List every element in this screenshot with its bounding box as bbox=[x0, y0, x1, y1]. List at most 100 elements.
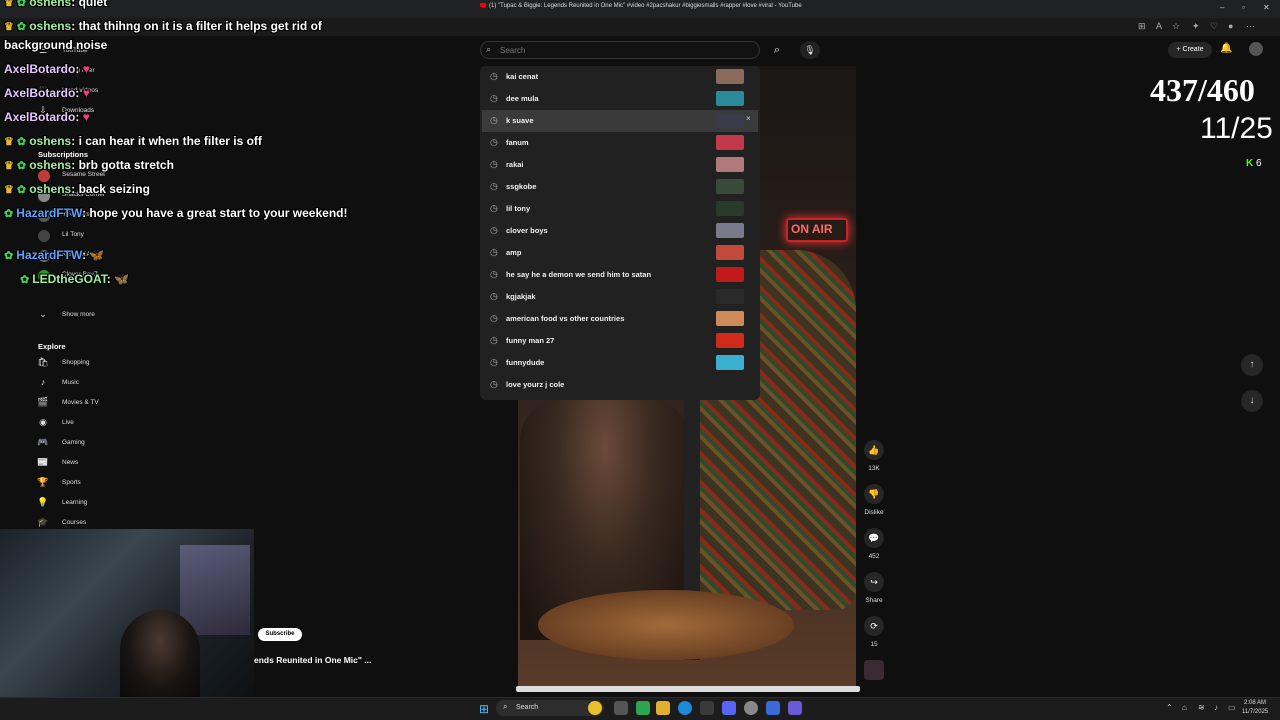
search-suggestion-item[interactable]: ◷ k suave × bbox=[482, 110, 758, 132]
taskbar-clock-time[interactable]: 2:08 AM bbox=[1244, 700, 1266, 706]
voice-search-mic-icon[interactable]: 🎙 bbox=[800, 41, 820, 59]
history-clock-icon: ◷ bbox=[490, 291, 498, 301]
taskbar-file-explorer-icon[interactable] bbox=[656, 701, 670, 715]
minimize-icon[interactable]: – bbox=[1220, 3, 1224, 12]
taskbar-copilot-icon[interactable] bbox=[588, 701, 602, 715]
remix-icon[interactable]: ⟳ bbox=[864, 616, 884, 636]
tray-battery-icon[interactable]: ▭ bbox=[1228, 703, 1236, 712]
history-clock-icon: ◷ bbox=[490, 269, 498, 279]
crown-badge-icon: ♛ bbox=[4, 21, 17, 33]
chat-username: LEDtheGOAT bbox=[32, 272, 107, 286]
puzzle-icon[interactable]: ✦ bbox=[1192, 21, 1200, 32]
history-clock-icon: ◷ bbox=[490, 159, 498, 169]
suggestion-label: kai cenat bbox=[506, 72, 539, 81]
explore-label: Gaming bbox=[62, 439, 85, 446]
search-suggestion-item[interactable]: ◷ kai cenat bbox=[482, 66, 758, 88]
search-suggestion-item[interactable]: ◷ fanum bbox=[482, 132, 758, 154]
favorite-star-icon[interactable]: ☆ bbox=[1172, 21, 1180, 32]
search-button[interactable]: ⌕ bbox=[766, 41, 788, 59]
remove-suggestion-icon[interactable]: × bbox=[746, 114, 751, 123]
dislike-icon[interactable]: 👎 bbox=[864, 484, 884, 504]
suggestion-thumbnail bbox=[716, 311, 744, 326]
comments-label: 452 bbox=[868, 553, 880, 560]
create-button[interactable]: + Create bbox=[1168, 42, 1212, 58]
crown-badge-icon: ♛ bbox=[4, 0, 17, 9]
search-suggestion-item[interactable]: ◷ funny man 27 bbox=[482, 330, 758, 352]
more-menu-icon[interactable]: ⋯ bbox=[1246, 21, 1255, 32]
previous-short-arrow-up-icon[interactable]: ↑ bbox=[1241, 354, 1263, 376]
suggestion-label: k suave bbox=[506, 116, 534, 125]
taskbar-search-label: Search bbox=[516, 704, 539, 711]
chat-text: hope you have a great start to your week… bbox=[89, 206, 348, 220]
verified-badge-icon: ✿ bbox=[16, 160, 30, 172]
subscription-label: Sesame Street bbox=[62, 171, 105, 178]
suggestion-thumbnail bbox=[716, 135, 744, 150]
chat-colon: : bbox=[71, 182, 79, 196]
verified-badge-icon: ✿ bbox=[16, 0, 30, 9]
chat-message: AxelBotardo: ♥ bbox=[4, 86, 90, 100]
channel-thumbnail[interactable] bbox=[864, 660, 884, 680]
search-suggestion-item[interactable]: ◷ amp bbox=[482, 242, 758, 264]
browser-tab-title[interactable]: (1) "Tupac & Biggie: Legends Reunited in… bbox=[480, 3, 802, 9]
chat-text: 🦋 bbox=[89, 248, 105, 262]
explore-label: News bbox=[62, 459, 79, 466]
taskbar-obs-icon[interactable] bbox=[744, 701, 758, 715]
profile-icon[interactable]: ● bbox=[1228, 21, 1233, 31]
windows-start-icon[interactable]: ⊞ bbox=[479, 702, 489, 716]
suggestion-thumbnail bbox=[716, 289, 744, 304]
search-suggestion-item[interactable]: ◷ love yourz j cole bbox=[482, 374, 758, 396]
search-suggestion-item[interactable]: ◷ rakai bbox=[482, 154, 758, 176]
tray-volume-icon[interactable]: ♪ bbox=[1214, 703, 1218, 712]
tray-wifi-icon[interactable]: ≋ bbox=[1198, 703, 1205, 712]
chat-message: ✿ HazardFTW: 🦋 bbox=[4, 248, 104, 262]
read-aloud-icon[interactable]: A bbox=[1156, 21, 1162, 31]
search-suggestion-item[interactable]: ◷ clover boys bbox=[482, 220, 758, 242]
suggestion-thumbnail bbox=[716, 179, 744, 194]
account-avatar[interactable] bbox=[1249, 42, 1263, 56]
extensions-icon[interactable]: ⊞ bbox=[1138, 21, 1146, 32]
search-suggestion-item[interactable]: ◷ american food vs other countries bbox=[482, 308, 758, 330]
chat-message: ♛ ✿ oshens: that thihng on it is a filte… bbox=[4, 19, 322, 33]
chat-text: i can hear it when the filter is off bbox=[78, 134, 262, 148]
search-suggestion-item[interactable]: ◷ funnydude bbox=[482, 352, 758, 374]
taskbar-clock-date[interactable]: 11/7/2025 bbox=[1242, 709, 1268, 715]
search-suggestion-item[interactable]: ◷ lil tony bbox=[482, 198, 758, 220]
taskbar-edge-icon[interactable] bbox=[678, 701, 692, 715]
search-suggestion-item[interactable]: ◷ he say he a demon we send him to satan bbox=[482, 264, 758, 286]
history-clock-icon: ◷ bbox=[490, 247, 498, 257]
tray-network-icon[interactable]: ⌂ bbox=[1182, 703, 1187, 712]
maximize-icon[interactable]: ▫ bbox=[1242, 3, 1245, 12]
taskbar-app-icon[interactable] bbox=[766, 701, 780, 715]
search-suggestion-item[interactable]: ◷ dee mula bbox=[482, 88, 758, 110]
next-short-arrow-down-icon[interactable]: ↓ bbox=[1241, 390, 1263, 412]
explore-icon: 💡 bbox=[37, 497, 49, 507]
share-icon[interactable]: ↪ bbox=[864, 572, 884, 592]
search-input[interactable] bbox=[500, 44, 740, 56]
tray-chevron-icon[interactable]: ⌃ bbox=[1166, 703, 1173, 712]
chat-text: quiet bbox=[78, 0, 108, 9]
video-progress-bar[interactable] bbox=[516, 686, 860, 692]
notifications-bell-icon[interactable]: 🔔 bbox=[1220, 43, 1232, 54]
search-suggestion-item[interactable]: ◷ ssgkobe bbox=[482, 176, 758, 198]
video-title-snippet[interactable]: ends Reunited in One Mic" ... bbox=[254, 655, 371, 665]
like-icon[interactable]: 👍 bbox=[864, 440, 884, 460]
taskbar-search-icon: ⌕ bbox=[503, 702, 508, 711]
verified-badge-icon: ✿ bbox=[20, 274, 33, 286]
subscribe-button[interactable]: Subscribe bbox=[258, 628, 302, 641]
close-icon[interactable]: ✕ bbox=[1263, 3, 1270, 12]
comments-icon[interactable]: 💬 bbox=[864, 528, 884, 548]
taskbar-active-app-icon[interactable] bbox=[788, 701, 802, 715]
taskbar-discord-icon[interactable] bbox=[722, 701, 736, 715]
favorites-icon[interactable]: ♡ bbox=[1210, 21, 1218, 32]
taskbar-widget-icon[interactable] bbox=[636, 701, 650, 715]
chat-username: oshens bbox=[29, 158, 72, 172]
history-clock-icon: ◷ bbox=[490, 379, 498, 389]
chat-colon: : bbox=[75, 62, 83, 76]
taskbar-task-view-icon[interactable] bbox=[614, 701, 628, 715]
subscription-avatar[interactable] bbox=[38, 230, 50, 242]
chat-text: 🦋 bbox=[114, 272, 130, 286]
history-clock-icon: ◷ bbox=[490, 357, 498, 367]
search-suggestion-item[interactable]: ◷ kgjakjak bbox=[482, 286, 758, 308]
taskbar-store-icon[interactable] bbox=[700, 701, 714, 715]
suggestion-label: funny man 27 bbox=[506, 336, 555, 345]
